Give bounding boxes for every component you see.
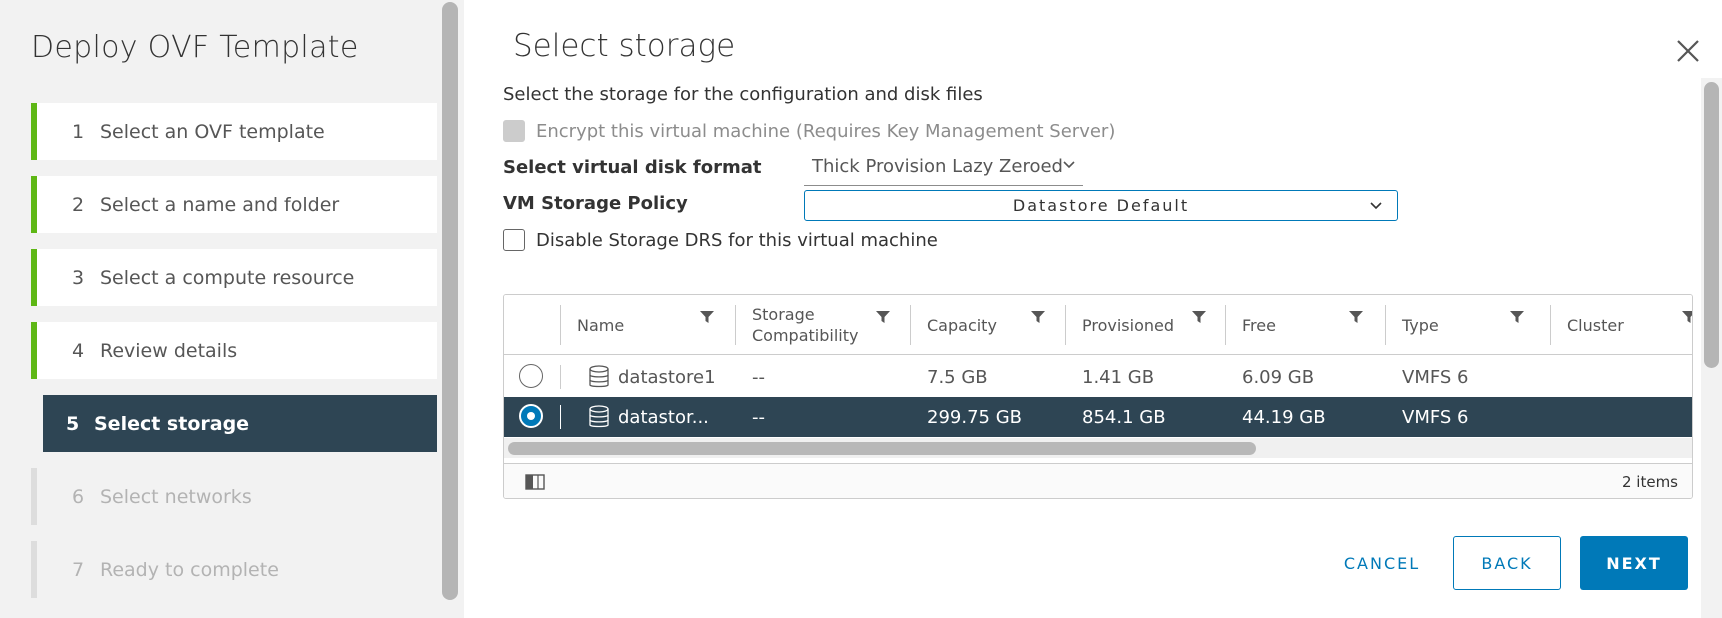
page-title: Select storage xyxy=(513,28,736,64)
cell-provisioned: 854.1 GB xyxy=(1082,407,1166,428)
database-icon xyxy=(589,405,609,428)
cell-capacity: 7.5 GB xyxy=(927,367,988,388)
row-select-radio[interactable] xyxy=(519,364,543,388)
filter-icon[interactable] xyxy=(1510,310,1524,324)
disable-drs-row[interactable]: Disable Storage DRS for this virtual mac… xyxy=(503,229,938,251)
disk-format-label: Select virtual disk format xyxy=(503,157,762,178)
grid-horizontal-scrollbar[interactable] xyxy=(504,438,1692,458)
column-header-cluster[interactable]: Cluster xyxy=(1550,295,1693,355)
step-label: Select storage xyxy=(94,412,250,435)
disable-drs-label: Disable Storage DRS for this virtual mac… xyxy=(536,229,938,251)
filter-icon[interactable] xyxy=(1349,310,1363,324)
cell-compatibility: -- xyxy=(752,407,765,428)
encrypt-vm-checkbox xyxy=(503,120,525,142)
chevron-down-icon xyxy=(1063,161,1075,169)
step-select-networks: 6 Select networks xyxy=(31,468,437,525)
storage-policy-value: Datastore Default xyxy=(1012,196,1190,215)
step-number: 3 xyxy=(72,266,85,289)
chevron-down-icon xyxy=(1370,202,1382,210)
column-toggle-icon[interactable] xyxy=(525,474,545,490)
step-label: Select networks xyxy=(100,485,252,508)
step-ready-to-complete: 7 Ready to complete xyxy=(31,541,437,598)
step-label: Review details xyxy=(100,339,238,362)
storage-policy-label: VM Storage Policy xyxy=(503,193,688,214)
step-label: Select a name and folder xyxy=(100,193,340,216)
database-icon xyxy=(589,365,609,388)
step-select-name-folder[interactable]: 2 Select a name and folder xyxy=(31,176,437,233)
back-button[interactable]: BACK xyxy=(1453,536,1561,590)
filter-icon[interactable] xyxy=(1192,310,1206,324)
filter-icon[interactable] xyxy=(1031,310,1045,324)
step-label: Ready to complete xyxy=(100,558,279,581)
disk-format-value: Thick Provision Lazy Zeroed xyxy=(812,156,1063,177)
disable-drs-checkbox[interactable] xyxy=(503,229,525,251)
step-number: 5 xyxy=(66,412,80,435)
table-row[interactable]: datastore1 -- 7.5 GB 1.41 GB 6.09 GB VMF… xyxy=(504,357,1692,397)
column-header-storage-compatibility[interactable]: Storage Compatibility xyxy=(735,295,910,355)
cell-type: VMFS 6 xyxy=(1402,407,1469,428)
step-select-ovf-template[interactable]: 1 Select an OVF template xyxy=(31,103,437,160)
cell-free: 6.09 GB xyxy=(1242,367,1315,388)
step-number: 6 xyxy=(72,485,85,508)
row-divider xyxy=(560,405,561,429)
wizard-steps: 1 Select an OVF template 2 Select a name… xyxy=(31,103,437,598)
step-select-compute-resource[interactable]: 3 Select a compute resource xyxy=(31,249,437,306)
content-scrollbar-thumb[interactable] xyxy=(1704,82,1719,368)
cell-name: datastore1 xyxy=(618,367,716,388)
column-header-type[interactable]: Type xyxy=(1385,295,1550,355)
items-count: 2 items xyxy=(1621,473,1678,491)
main-panel: Select storage Select the storage for th… xyxy=(464,0,1722,618)
cell-free: 44.19 GB xyxy=(1242,407,1326,428)
wizard-sidebar: Deploy OVF Template 1 Select an OVF temp… xyxy=(0,0,464,618)
row-divider xyxy=(560,365,561,389)
filter-icon[interactable] xyxy=(1682,310,1693,324)
grid-header: Name Storage Compatibility Capacity Provi… xyxy=(504,295,1693,355)
page-description: Select the storage for the configuration… xyxy=(503,84,983,105)
step-label: Select a compute resource xyxy=(100,266,355,289)
grid-footer: 2 items xyxy=(504,463,1692,498)
cell-type: VMFS 6 xyxy=(1402,367,1469,388)
step-number: 2 xyxy=(72,193,85,216)
next-button[interactable]: NEXT xyxy=(1580,536,1688,590)
step-number: 1 xyxy=(72,120,85,143)
encrypt-vm-label: Encrypt this virtual machine (Requires K… xyxy=(536,120,1116,142)
filter-icon[interactable] xyxy=(700,310,714,324)
storage-policy-select[interactable]: Datastore Default xyxy=(804,190,1398,221)
column-header-provisioned[interactable]: Provisioned xyxy=(1065,295,1225,355)
table-row-selected[interactable]: datastor... -- 299.75 GB 854.1 GB 44.19 … xyxy=(504,397,1692,437)
cell-compatibility: -- xyxy=(752,367,765,388)
cell-name: datastor... xyxy=(618,407,709,428)
column-header-name[interactable]: Name xyxy=(560,295,735,355)
cell-provisioned: 1.41 GB xyxy=(1082,367,1155,388)
filter-icon[interactable] xyxy=(876,310,890,324)
disk-format-select[interactable]: Thick Provision Lazy Zeroed xyxy=(804,153,1083,186)
close-icon[interactable] xyxy=(1675,38,1701,64)
sidebar-scrollbar-thumb[interactable] xyxy=(442,2,458,600)
step-select-storage[interactable]: 5 Select storage xyxy=(43,395,437,452)
step-number: 4 xyxy=(72,339,85,362)
encrypt-vm-row: Encrypt this virtual machine (Requires K… xyxy=(503,120,1115,142)
column-header-capacity[interactable]: Capacity xyxy=(910,295,1065,355)
grid-horizontal-scrollbar-thumb[interactable] xyxy=(508,442,1256,455)
step-review-details[interactable]: 4 Review details xyxy=(31,322,437,379)
cell-capacity: 299.75 GB xyxy=(927,407,1023,428)
row-select-radio[interactable] xyxy=(519,404,543,428)
step-label: Select an OVF template xyxy=(100,120,325,143)
datastore-grid: Name Storage Compatibility Capacity Provi… xyxy=(503,294,1693,499)
column-header-free[interactable]: Free xyxy=(1225,295,1385,355)
wizard-title: Deploy OVF Template xyxy=(31,30,359,65)
cancel-button[interactable]: CANCEL xyxy=(1327,536,1437,590)
step-number: 7 xyxy=(72,558,85,581)
